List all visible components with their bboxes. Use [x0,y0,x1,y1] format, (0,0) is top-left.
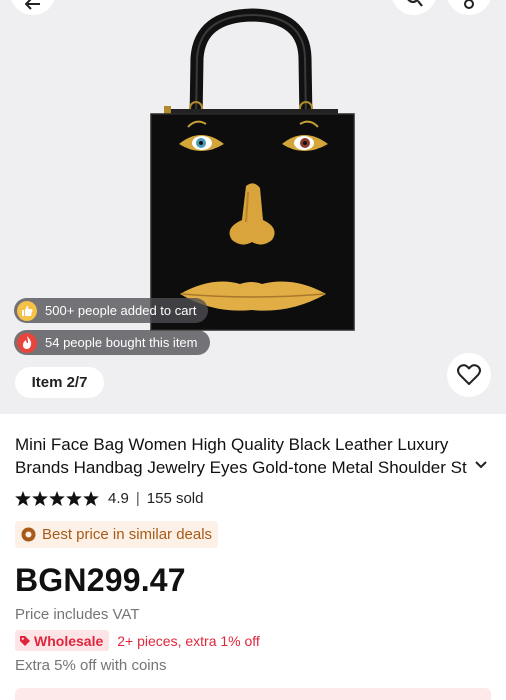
thumbs-up-icon [17,300,37,321]
product-title-line-2: Brands Handbag Jewelry Eyes Gold-tone Me… [15,458,467,477]
star-icon [15,491,31,506]
rating-value: 4.9 [108,490,129,507]
heart-icon [457,364,481,385]
product-image-gallery[interactable]: 500+ people added to cart 54 people boug… [0,0,506,414]
star-icon [32,491,48,506]
added-to-cart-badge: 500+ people added to cart [14,298,209,323]
product-title-line-1: Mini Face Bag Women High Quality Black L… [15,435,449,454]
fire-icon [17,332,37,353]
sold-count: 155 sold [146,490,204,507]
wholesale-label: Wholesale [34,632,104,649]
added-to-cart-text: 500+ people added to cart [45,303,197,318]
chevron-down-icon[interactable] [474,460,488,470]
bought-count-text: 54 people bought this item [45,335,198,350]
product-title[interactable]: Mini Face Bag Women High Quality Black L… [15,433,485,479]
vat-note: Price includes VAT [15,606,140,623]
star-icon [66,491,82,506]
wholesale-offer[interactable]: Wholesale 2+ pieces, extra 1% off [15,630,260,651]
back-icon [25,0,40,10]
star-icon [49,491,65,506]
star-icon [83,491,99,506]
wishlist-button[interactable] [447,353,491,397]
coins-offer: Extra 5% off with coins [15,657,167,674]
wholesale-tag: Wholesale [15,630,110,651]
best-price-text: Best price in similar deals [42,526,213,543]
tag-icon [20,635,30,646]
coin-icon [21,527,36,542]
share-icon [464,0,474,9]
bought-count-badge: 54 people bought this item [14,330,210,355]
search-icon [407,0,423,7]
coupon-banner[interactable] [15,688,491,700]
rating-separator: | [135,490,140,507]
rating-row[interactable]: 4.9 | 155 sold [15,490,203,507]
image-counter: Item 2/7 [15,367,104,398]
best-price-badge[interactable]: Best price in similar deals [15,521,219,548]
rating-stars [15,491,100,506]
price: BGN299.47 [15,562,186,598]
wholesale-offer-text: 2+ pieces, extra 1% off [117,632,260,649]
